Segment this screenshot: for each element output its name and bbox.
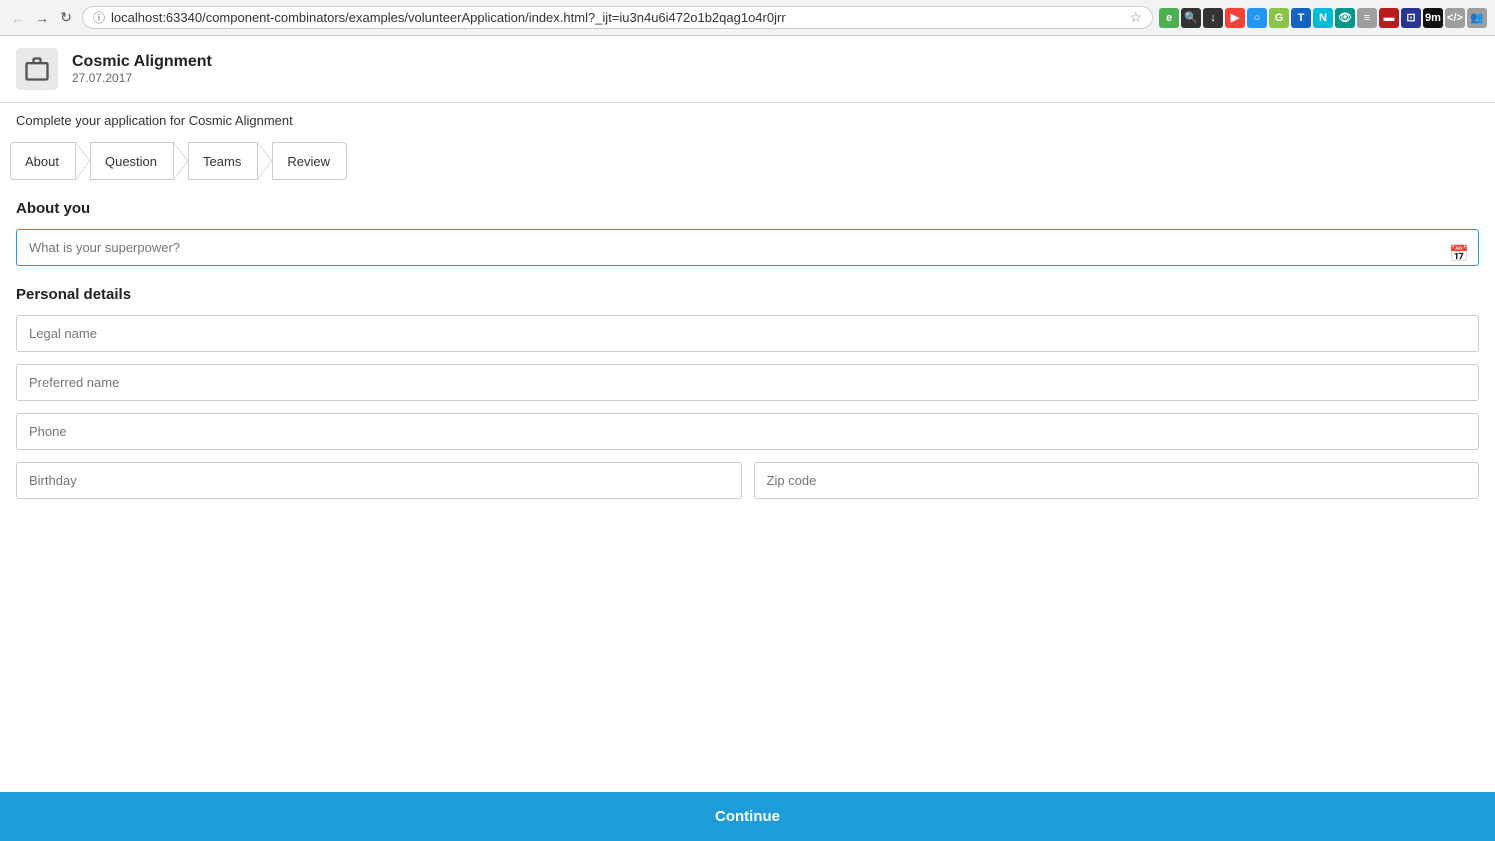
phone-input[interactable] <box>16 413 1479 450</box>
app-logo <box>16 48 58 90</box>
continue-bar[interactable]: Continue <box>0 792 1495 841</box>
ext-icon-1[interactable]: e <box>1159 8 1179 28</box>
tab-sep-inner-1 <box>76 143 89 179</box>
preferred-name-input[interactable] <box>16 364 1479 401</box>
tab-review[interactable]: Review <box>272 142 347 180</box>
app-sub-header: Complete your application for Cosmic Ali… <box>0 103 1495 128</box>
superpower-input[interactable] <box>16 229 1479 266</box>
extensions-bar: e 🔍 ↓ ▶ ○ G T N 👁 ≡ ▬ ⊡ 9m </> 👥 <box>1159 8 1487 28</box>
forward-button[interactable]: → <box>32 8 52 28</box>
app-date: 27.07.2017 <box>72 71 212 85</box>
lock-icon: ⓘ <box>93 9 105 26</box>
birthday-zip-row <box>16 462 1479 511</box>
ext-icon-11[interactable]: ▬ <box>1379 8 1399 28</box>
app-subtitle-text: Complete your application for Cosmic Ali… <box>16 113 293 128</box>
star-icon[interactable]: ☆ <box>1129 9 1142 26</box>
browser-chrome: ← → ↻ ⓘ ☆ e 🔍 ↓ ▶ ○ G T N 👁 ≡ ▬ ⊡ 9m </>… <box>0 0 1495 36</box>
address-bar[interactable]: ⓘ ☆ <box>82 6 1153 29</box>
ext-icon-4[interactable]: ▶ <box>1225 8 1245 28</box>
main-content: About you 📅 Personal details <box>0 180 1495 531</box>
ext-icon-7[interactable]: T <box>1291 8 1311 28</box>
tab-sep-2 <box>174 142 188 180</box>
zip-code-input[interactable] <box>754 462 1480 499</box>
tab-sep-1 <box>76 142 90 180</box>
ext-icon-15[interactable]: 👥 <box>1467 8 1487 28</box>
continue-label: Continue <box>715 808 780 825</box>
ext-icon-14[interactable]: </> <box>1445 8 1465 28</box>
back-button[interactable]: ← <box>8 8 28 28</box>
superpower-wrapper: 📅 <box>16 229 1479 278</box>
ext-icon-2[interactable]: 🔍 <box>1181 8 1201 28</box>
tab-question[interactable]: Question <box>90 142 174 180</box>
ext-icon-3[interactable]: ↓ <box>1203 8 1223 28</box>
legal-name-input[interactable] <box>16 315 1479 352</box>
logo-icon <box>23 55 51 83</box>
ext-icon-12[interactable]: ⊡ <box>1401 8 1421 28</box>
ext-icon-8[interactable]: N <box>1313 8 1333 28</box>
tab-teams[interactable]: Teams <box>188 142 258 180</box>
ext-icon-13[interactable]: 9m <box>1423 8 1443 28</box>
tab-sep-3 <box>258 142 272 180</box>
about-you-title: About you <box>16 200 1479 217</box>
ext-icon-9[interactable]: 👁 <box>1335 8 1355 28</box>
ext-icon-5[interactable]: ○ <box>1247 8 1267 28</box>
app-title-block: Cosmic Alignment 27.07.2017 <box>72 53 212 85</box>
tab-sep-inner-3 <box>258 143 271 179</box>
ext-icon-10[interactable]: ≡ <box>1357 8 1377 28</box>
tab-about[interactable]: About <box>10 142 76 180</box>
tab-sep-inner-2 <box>174 143 187 179</box>
birthday-input[interactable] <box>16 462 742 499</box>
refresh-button[interactable]: ↻ <box>56 8 76 28</box>
browser-nav-buttons: ← → ↻ <box>8 8 76 28</box>
personal-details-section: Personal details <box>16 286 1479 511</box>
tabs-container: About Question Teams Review <box>0 132 1495 180</box>
app-header: Cosmic Alignment 27.07.2017 <box>0 36 1495 103</box>
url-input[interactable] <box>111 10 1123 25</box>
superpower-calendar-icon: 📅 <box>1449 244 1469 264</box>
ext-icon-6[interactable]: G <box>1269 8 1289 28</box>
app-title: Cosmic Alignment <box>72 53 212 71</box>
about-you-section: About you 📅 <box>16 200 1479 278</box>
personal-details-title: Personal details <box>16 286 1479 303</box>
